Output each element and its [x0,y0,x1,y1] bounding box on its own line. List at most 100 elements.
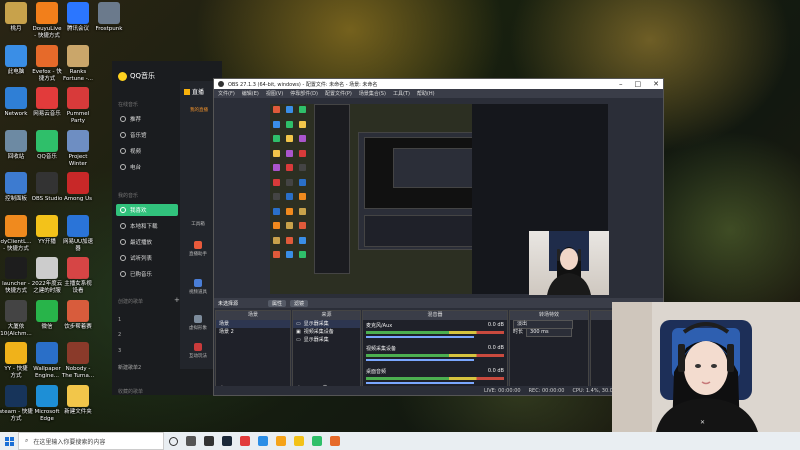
sidebar-item-label: 音乐馆 [130,133,147,139]
cortana-icon[interactable] [164,432,182,450]
sidebar-item-purchased[interactable]: 已购音乐 [116,268,178,280]
sidebar-item-recent[interactable]: 最近播放 [116,236,178,248]
add-playlist-icon[interactable]: + [174,296,180,304]
scene-item[interactable]: 场景 [216,320,290,328]
taskbar-search-input[interactable]: ⌕ 在这里输入你要搜索的内容 [18,432,164,450]
sidebar-item-video[interactable]: 视频 [116,145,178,157]
menu-item[interactable]: 配置文件(P) [325,90,352,97]
desktop-icon[interactable]: Ranks Fortune -... [56,44,100,83]
level-meter [366,377,504,380]
playlist-item[interactable]: 2 [118,332,121,338]
close-icon[interactable]: ✕ [653,79,659,89]
huya-tool-video[interactable]: 视频道具 [187,279,209,295]
taskbar-yy-icon[interactable] [290,432,308,450]
desktop-icon[interactable]: Frostpunk [87,2,131,33]
minimize-icon[interactable]: – [619,79,623,89]
desktop-icon[interactable]: 饮步帮着赛 [56,299,100,331]
desktop-icon[interactable]: 主播女系视 设看 [56,257,100,295]
volume-slider[interactable] [366,382,474,384]
scene-item[interactable]: 场景 2 [216,328,290,336]
playlist-item[interactable]: 1 [118,317,121,323]
desktop-icon-label: 微信 [41,323,53,330]
sidebar-item-recommend[interactable]: 推荐 [116,113,178,125]
nested-app-icon [273,222,280,229]
nested-app-icon [299,120,306,128]
obs-title: OBS 27.1.3 (64-bit, windows) - 配置文件: 未命名… [228,81,378,88]
volume-slider[interactable] [366,336,474,338]
scenes-header: 场景 [216,311,290,320]
taskbar-steam-icon[interactable] [218,432,236,450]
streamer-figure [547,231,591,295]
playlist-new[interactable]: 新建歌单2 [118,364,141,371]
sidebar-item-radio[interactable]: 电台 [116,161,178,173]
nested-app-icon [273,251,280,258]
taskbar-qqmusic-icon[interactable] [308,432,326,450]
huya-tool-assistant[interactable]: 直播助手 [187,241,209,257]
menu-item[interactable]: 工具(T) [393,90,410,97]
nested-app-icon [286,135,293,142]
taskbar-huya-icon[interactable] [272,432,290,450]
clock-icon [120,239,126,245]
duration-input[interactable]: 300 ms [526,327,573,337]
app-icon [67,257,89,279]
source-item[interactable]: ▭ 显示器采集 [293,320,360,328]
huya-logo-text: 直播 [192,89,205,96]
taskbar-netease-icon[interactable] [236,432,254,450]
huya-tool-interact[interactable]: 互动玩法 [187,343,209,359]
nested-app-icon [286,236,293,244]
sidebar-item-local[interactable]: 本地和下载 [116,220,178,232]
source-item[interactable]: ▭ 显示器采集 [293,336,360,344]
properties-button[interactable]: 属性 [268,299,287,307]
menu-item[interactable]: 视图(V) [266,90,283,97]
desktop-icon-label: Ranks Fortune -... [62,68,94,82]
desktop-icon[interactable]: 新建文件夹 [56,384,100,416]
taskbar-firefox-icon[interactable] [326,432,344,450]
sources-header: 来源 [293,311,360,320]
app-icon [36,2,58,24]
menu-item[interactable]: 编辑(E) [242,90,259,97]
app-icon [5,342,27,364]
nested-app-icon [286,106,293,113]
start-button[interactable] [0,432,18,450]
qq-music-logo: QQ音乐 [118,71,155,81]
desktop-icon-label: 新建文件夹 [64,408,92,415]
desktop-icon[interactable]: Among Us [56,172,100,203]
nested-app-icon [286,251,293,258]
menu-item[interactable]: 场景集合(S) [359,90,386,97]
huya-panel: 直播 我的直播 工具箱 直播助手 视频道具 虚拟形象 互动玩法 [180,81,217,369]
playlist-item[interactable]: 3 [118,348,121,354]
sidebar-item-liked[interactable]: 我喜欢 [116,204,178,216]
taskbar: ⌕ 在这里输入你要搜索的内容 [0,432,800,450]
qq-music-logo-text: QQ音乐 [130,72,156,80]
menu-item[interactable]: 文件(F) [218,90,235,97]
no-source-label: 未选择源 [218,300,239,307]
channel-name: 视频采集设备 [366,346,397,352]
nested-app-icon [299,164,306,171]
maximize-icon[interactable]: □ [635,79,642,89]
menu-item[interactable]: 帮助(H) [417,90,435,97]
menu-item[interactable]: 停靠部件(D) [290,90,318,97]
bag-icon [120,271,126,277]
nested-app-icon [299,193,306,200]
search-icon: ⌕ [25,437,29,444]
nested-qq-panel [314,104,350,274]
channel-db: 0.0 dB [487,345,504,351]
desktop-icon[interactable]: Project Winter [56,129,100,168]
sidebar-item-music-hall[interactable]: 音乐馆 [116,129,178,141]
taskbar-task-view-icon[interactable] [182,432,200,450]
source-item[interactable]: ▣ 视频采集设备 [293,328,360,336]
filters-button[interactable]: 滤镜 [290,299,309,307]
desktop-icon[interactable]: Nobody - The Turna... [56,342,100,380]
taskbar-qq-icon[interactable] [254,432,272,450]
desktop-icon[interactable]: 网易UU加速 器 [56,214,100,253]
desktop-icon[interactable]: Pummel Party [56,87,100,125]
huya-tool-avatar[interactable]: 虚拟形象 [187,315,209,331]
huya-subtitle[interactable]: 我的直播 [190,107,208,113]
taskbar-obs-icon[interactable] [200,432,218,450]
volume-slider[interactable] [366,359,474,361]
app-icon [36,384,58,407]
sidebar-item-trial[interactable]: 试听列表 [116,252,178,264]
interact-icon [194,343,202,351]
obs-menubar: 文件(F) 编辑(E) 视图(V) 停靠部件(D) 配置文件(P) 场景集合(S) 工具(T… [214,89,663,98]
nested-app-icon [299,178,306,186]
